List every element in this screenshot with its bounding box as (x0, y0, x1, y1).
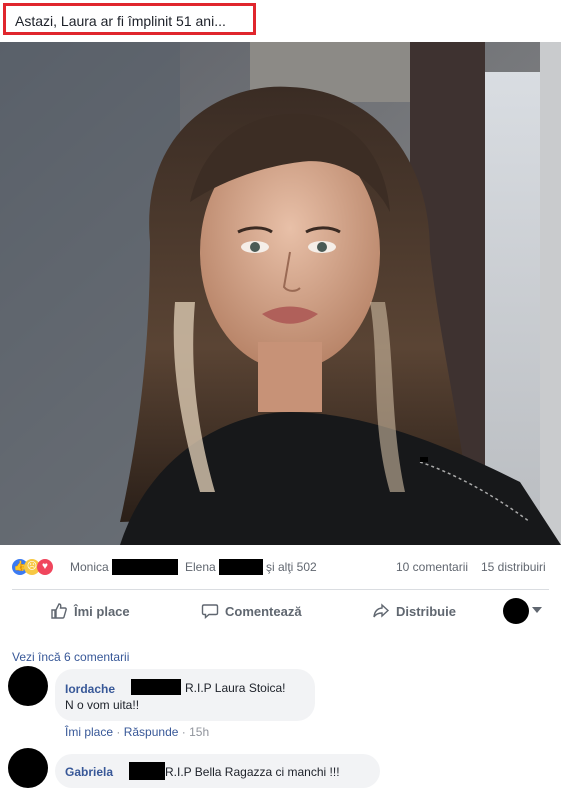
share-count[interactable]: 15 distribuiri (481, 560, 546, 574)
comment-text-line2: N o vom uita!! (65, 698, 140, 712)
avatar[interactable] (8, 748, 48, 788)
comment-reply-link[interactable]: Răspunde (124, 725, 179, 739)
thumbs-up-icon (51, 603, 67, 619)
redacted-author-surname (131, 679, 181, 695)
portrait-image (0, 42, 561, 545)
redacted-surname-2 (219, 559, 263, 575)
reactions-row: 👍 ☹ ♥ Monica Elena şi alţi 502 10 coment… (0, 547, 561, 587)
comment-icon (201, 604, 219, 620)
comment-meta: Îmi place · Răspunde · 15h (65, 725, 210, 739)
profile-avatar-selector[interactable] (503, 598, 529, 624)
redacted-surname-1 (112, 559, 178, 575)
comment-like-link[interactable]: Îmi place (65, 725, 113, 739)
like-button-label: Îmi place (74, 603, 130, 619)
comment-text: R.I.P Laura Stoica! (185, 681, 286, 695)
love-icon[interactable]: ♥ (37, 559, 53, 575)
comment-button[interactable]: Comentează (201, 595, 302, 627)
comment-bubble: Gabriela R.I.P Bella Ragazza ci manchi !… (55, 754, 380, 788)
other-reactors[interactable]: şi alţi 502 (266, 560, 317, 574)
post-header: Astazi, Laura ar fi împlinit 51 ani... (0, 0, 561, 42)
share-icon (373, 603, 390, 618)
comment-count[interactable]: 10 comentarii (396, 560, 468, 574)
share-button[interactable]: Distribuie (372, 595, 456, 627)
chevron-down-icon[interactable] (532, 607, 542, 613)
like-button[interactable]: Îmi place (50, 595, 130, 627)
comment-author[interactable]: Gabriela (65, 765, 113, 779)
divider (12, 589, 549, 590)
post-title: Astazi, Laura ar fi împlinit 51 ani... (15, 13, 226, 29)
comment-author[interactable]: Iordache (65, 682, 115, 696)
post-actions: Îmi place Comentează Distribuie (0, 595, 561, 627)
view-more-comments-link[interactable]: Vezi încă 6 comentarii (12, 650, 129, 664)
redacted-author-surname (129, 762, 165, 780)
post-photo[interactable] (0, 42, 561, 545)
share-button-label: Distribuie (396, 603, 456, 619)
comment-bubble: Iordache R.I.P Laura Stoica! N o vom uit… (55, 669, 315, 721)
reactor-name-2[interactable]: Elena (185, 560, 216, 574)
reactor-name-1[interactable]: Monica (70, 560, 109, 574)
comment-text: R.I.P Bella Ragazza ci manchi !!! (165, 765, 340, 779)
comment-time[interactable]: 15h (189, 725, 209, 739)
post-title-highlight: Astazi, Laura ar fi împlinit 51 ani... (3, 3, 256, 35)
avatar[interactable] (8, 666, 48, 706)
comment-button-label: Comentează (225, 603, 302, 619)
